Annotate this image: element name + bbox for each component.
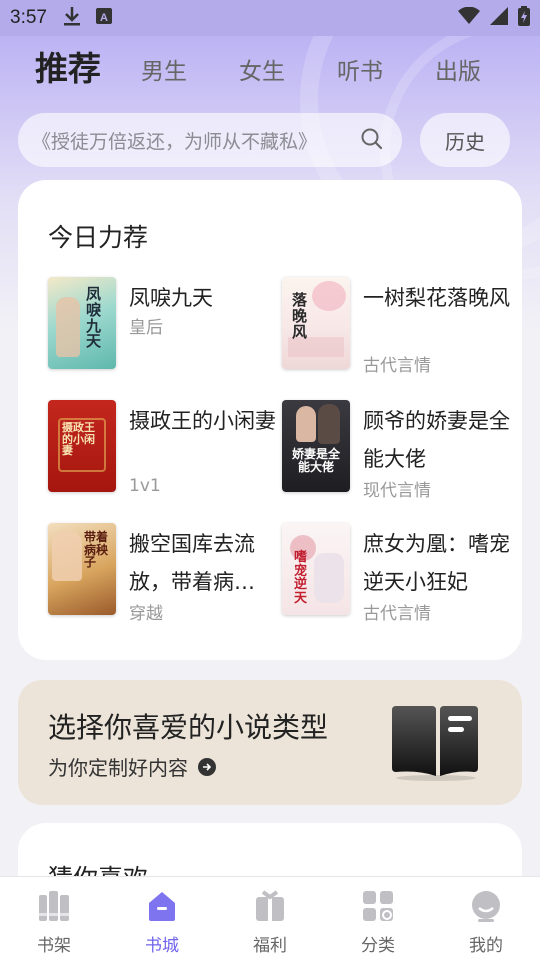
book-item[interactable]: 凤唳九天 凤唳九天 皇后 [48, 277, 280, 377]
book-item[interactable]: 带着病秧子 搬空国库去流放，带着病… 穿越 [48, 523, 280, 624]
recommend-card: 今日力荐 凤唳九天 凤唳九天 皇后 落晚风 一树梨花落晚风 古代言情 摄政王的小… [18, 180, 522, 660]
book-tag: 穿越 [129, 604, 163, 624]
download-icon [63, 6, 81, 30]
genre-banner-subtitle-text: 为你定制好内容 [48, 756, 188, 780]
book-title: 摄政王的小闲妻 [129, 409, 276, 433]
battery-icon [518, 6, 530, 30]
search-icon[interactable] [360, 127, 384, 155]
tab-female[interactable]: 女生 [239, 52, 285, 86]
book-title: 一树梨花落晚风 [363, 286, 510, 310]
profile-icon [469, 889, 503, 927]
nav-welfare[interactable]: 福利 [216, 877, 324, 960]
book-tag: 古代言情 [363, 356, 431, 376]
genre-banner-subtitle: 为你定制好内容 [48, 752, 216, 781]
book-title: 顾爷的娇妻是全能大佬 [363, 409, 510, 471]
nav-label: 书城 [145, 936, 179, 956]
bookshelf-icon [37, 889, 71, 927]
top-tab-bar: 推荐 男生 女生 听书 出版 [0, 44, 540, 96]
tab-publishing[interactable]: 出版 [435, 52, 481, 86]
book-title: 庶女为凰：嗜宠逆天小狂妃 [363, 532, 510, 594]
book-item[interactable]: 娇妻是全能大佬 顾爷的娇妻是全能大佬 现代言情 [282, 400, 514, 501]
nav-category[interactable]: 分类 [324, 877, 432, 960]
nav-label: 我的 [469, 936, 503, 956]
book-tag: 古代言情 [363, 604, 431, 624]
wifi-icon [458, 6, 480, 29]
book-item[interactable]: 摄政王的小闲妻 摄政王的小闲妻 1v1 [48, 400, 280, 500]
book-cover: 娇妻是全能大佬 [282, 400, 350, 492]
genre-banner-title: 选择你喜爱的小说类型 [48, 711, 329, 744]
nav-profile[interactable]: 我的 [432, 877, 540, 960]
book-item[interactable]: 嗜宠逆天 庶女为凰：嗜宠逆天小狂妃 古代言情 [282, 523, 514, 624]
status-time: 3:57 [10, 7, 47, 28]
book-tag: 现代言情 [363, 481, 431, 501]
book-cover: 落晚风 [282, 277, 350, 369]
book-cover: 摄政王的小闲妻 [48, 400, 116, 492]
search-input[interactable]: 《授徒万倍返还，为师从不藏私》 [18, 113, 402, 167]
book-cover: 带着病秧子 [48, 523, 116, 615]
category-icon [361, 889, 395, 927]
bottom-navigation: 书架 书城 福利 分类 我的 [0, 876, 540, 960]
tab-audiobook[interactable]: 听书 [337, 52, 383, 86]
book-title: 搬空国库去流放，带着病… [129, 532, 255, 594]
signal-icon [490, 7, 508, 29]
genre-preference-banner[interactable]: 选择你喜爱的小说类型 为你定制好内容 [18, 680, 522, 805]
nav-label: 书架 [37, 936, 71, 956]
book-tag: 皇后 [129, 318, 163, 338]
tab-male[interactable]: 男生 [141, 52, 187, 86]
book-item[interactable]: 落晚风 一树梨花落晚风 古代言情 [282, 277, 514, 377]
open-book-icon [388, 702, 488, 786]
book-title: 凤唳九天 [129, 286, 213, 310]
nav-bookshelf[interactable]: 书架 [0, 877, 108, 960]
nav-bookstore[interactable]: 书城 [108, 877, 216, 960]
nav-label: 分类 [361, 936, 395, 956]
history-button[interactable]: 历史 [420, 113, 510, 167]
bookstore-icon [145, 889, 179, 927]
nav-label: 福利 [253, 936, 287, 956]
gift-icon [253, 889, 287, 927]
arrow-right-icon [198, 757, 216, 776]
accessibility-icon: A [95, 7, 113, 29]
svg-text:A: A [100, 12, 108, 24]
book-cover: 凤唳九天 [48, 277, 116, 369]
tab-recommend[interactable]: 推荐 [35, 42, 101, 90]
status-bar: 3:57 A [0, 0, 540, 36]
book-tag: 1v1 [129, 476, 161, 496]
search-placeholder: 《授徒万倍返还，为师从不藏私》 [32, 130, 318, 153]
book-cover: 嗜宠逆天 [282, 523, 350, 615]
recommend-title: 今日力荐 [48, 223, 149, 252]
